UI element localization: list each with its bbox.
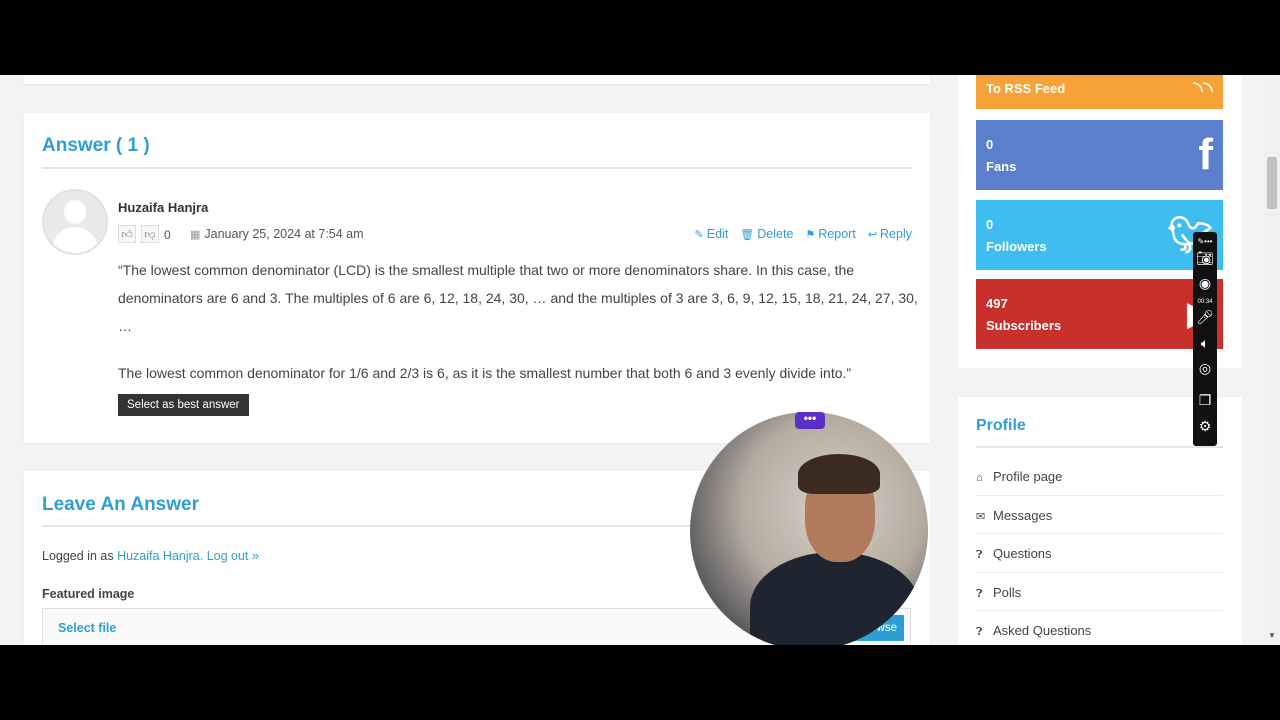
- youtube-count: 497: [986, 296, 1008, 311]
- pencil-icon: ✎: [694, 229, 704, 241]
- upvote-button[interactable]: 👍︎: [118, 225, 136, 243]
- trash-icon: 🗑︎: [740, 229, 755, 241]
- webcam-person-hair: [798, 454, 880, 494]
- question-icon: ❓︎: [976, 549, 983, 561]
- logged-prefix: Logged in as: [42, 549, 118, 563]
- browser-viewport: Answer ( 1 ) Huzaifa Hanjra 👍︎ 👎︎ 0 ▦ Jan…: [0, 75, 1280, 645]
- profile-divider: [976, 446, 1223, 448]
- speaker-icon[interactable]: 🔈︎: [1193, 335, 1217, 351]
- twitter-followers-button[interactable]: 0 Followers 🐦︎: [976, 200, 1223, 270]
- facebook-icon: f: [1198, 130, 1213, 179]
- date-text: January 25, 2024 at 7:54 am: [204, 227, 364, 241]
- featured-image-label: Featured image: [42, 587, 135, 601]
- profile-item-profile-page[interactable]: ⌂ Profile page: [976, 457, 1223, 496]
- answer-actions: ✎ Edit 🗑︎ Delete ⚑ Report ↩ Reply: [695, 227, 912, 241]
- logout-link[interactable]: Log out »: [207, 549, 259, 563]
- profile-item-label: Profile page: [993, 469, 1063, 484]
- thumbs-down-icon: 👎︎: [144, 228, 156, 241]
- avatar-head: [64, 200, 86, 224]
- logged-user-link[interactable]: Huzaifa Hanjra: [117, 549, 200, 563]
- page-scrollbar[interactable]: ▼: [1264, 75, 1280, 645]
- heading-divider: [42, 167, 911, 169]
- reply-label: Reply: [880, 227, 912, 241]
- windows-icon[interactable]: ❐: [1193, 392, 1217, 408]
- profile-item-label: Polls: [993, 584, 1022, 600]
- answer-date: ▦ January 25, 2024 at 7:54 am: [190, 227, 364, 241]
- profile-item-asked-questions[interactable]: ❓︎ Asked Questions: [976, 611, 1223, 645]
- rss-feed-button[interactable]: To RSS Feed ◝◝: [976, 75, 1223, 109]
- answer-card: Answer ( 1 ) Huzaifa Hanjra 👍︎ 👎︎ 0 ▦ Jan…: [24, 113, 930, 443]
- profile-item-label: Messages: [993, 507, 1053, 523]
- thumbs-up-icon: 👍︎: [121, 228, 133, 241]
- vote-count: 0: [164, 228, 171, 242]
- answers-heading: Answer ( 1 ): [42, 135, 150, 156]
- select-best-answer-button[interactable]: Select as best answer: [118, 394, 249, 416]
- answer-paragraph-1: “The lowest common denominator (LCD) is …: [118, 262, 918, 334]
- twitter-label: Followers: [986, 239, 1047, 254]
- flag-icon: ⚑: [805, 229, 816, 241]
- profile-item-label: Questions: [993, 546, 1052, 561]
- webcam-overlay: [690, 412, 928, 645]
- edit-link[interactable]: ✎ Edit: [695, 227, 729, 241]
- edit-label: Edit: [706, 227, 729, 241]
- youtube-label: Subscribers: [986, 318, 1062, 333]
- twitter-count: 0: [986, 217, 994, 232]
- calendar-icon: ▦: [190, 229, 201, 241]
- profile-item-label: Asked Questions: [993, 623, 1092, 638]
- profile-item-polls[interactable]: ❓︎ Polls: [976, 573, 1223, 611]
- logged-in-text: Logged in as Huzaifa Hanjra. Log out »: [42, 549, 259, 563]
- reply-link[interactable]: ↩ Reply: [868, 227, 912, 241]
- profile-menu: ⌂ Profile page ✉ Messages ❓︎ Questions ❓︎ Po…: [976, 457, 1223, 645]
- webcam-menu-button[interactable]: •••: [795, 412, 825, 429]
- camera-icon[interactable]: 📷︎: [1193, 250, 1217, 266]
- record-icon[interactable]: ◉: [1193, 275, 1217, 291]
- webcam-person-body: [750, 552, 920, 645]
- question-icon: ❓︎: [976, 626, 983, 638]
- profile-item-messages[interactable]: ✉ Messages: [976, 496, 1223, 534]
- delete-label: Delete: [757, 227, 794, 241]
- avatar[interactable]: [42, 189, 108, 255]
- recorder-toolbar: ✎••• 📷︎ ◉ 00:34 🎤︎ 🔈︎ ◎ ❐ ⚙: [1193, 232, 1217, 446]
- facebook-fans-button[interactable]: 0 Fans f: [976, 120, 1223, 190]
- envelope-icon: ✉: [976, 510, 986, 523]
- profile-item-questions[interactable]: ❓︎ Questions: [976, 534, 1223, 573]
- downvote-button[interactable]: 👎︎: [141, 225, 159, 243]
- avatar-body: [52, 227, 98, 253]
- toolbar-pin-icon[interactable]: ✎•••: [1193, 234, 1217, 250]
- select-file-text[interactable]: Select file: [58, 621, 116, 635]
- rss-icon: ◝◝: [1192, 75, 1213, 105]
- scrollbar-thumb[interactable]: [1267, 157, 1277, 209]
- scroll-down-arrow[interactable]: ▼: [1268, 631, 1276, 640]
- rss-label: To RSS Feed: [986, 81, 1066, 96]
- profile-title: Profile: [976, 417, 1026, 434]
- report-link[interactable]: ⚑ Report: [805, 227, 855, 241]
- report-label: Report: [818, 227, 856, 241]
- recording-timer: 00:34: [1197, 299, 1213, 305]
- microphone-icon[interactable]: 🎤︎: [1193, 309, 1217, 325]
- question-icon: ❓︎: [976, 587, 983, 600]
- reply-icon: ↩: [867, 229, 878, 241]
- previous-card: [24, 75, 930, 84]
- leave-answer-heading: Leave An Answer: [42, 494, 199, 515]
- gear-icon[interactable]: ⚙: [1193, 418, 1217, 434]
- youtube-subscribers-button[interactable]: 497 Subscribers ▶: [976, 279, 1223, 349]
- answer-paragraph-2: The lowest common denominator for 1/6 an…: [118, 365, 852, 381]
- home-icon: ⌂: [976, 472, 983, 484]
- facebook-label: Fans: [986, 159, 1017, 174]
- webcam-toggle-icon[interactable]: ◎: [1193, 360, 1217, 376]
- facebook-count: 0: [986, 137, 994, 152]
- answer-author[interactable]: Huzaifa Hanjra: [118, 200, 208, 215]
- delete-link[interactable]: 🗑︎ Delete: [740, 227, 793, 241]
